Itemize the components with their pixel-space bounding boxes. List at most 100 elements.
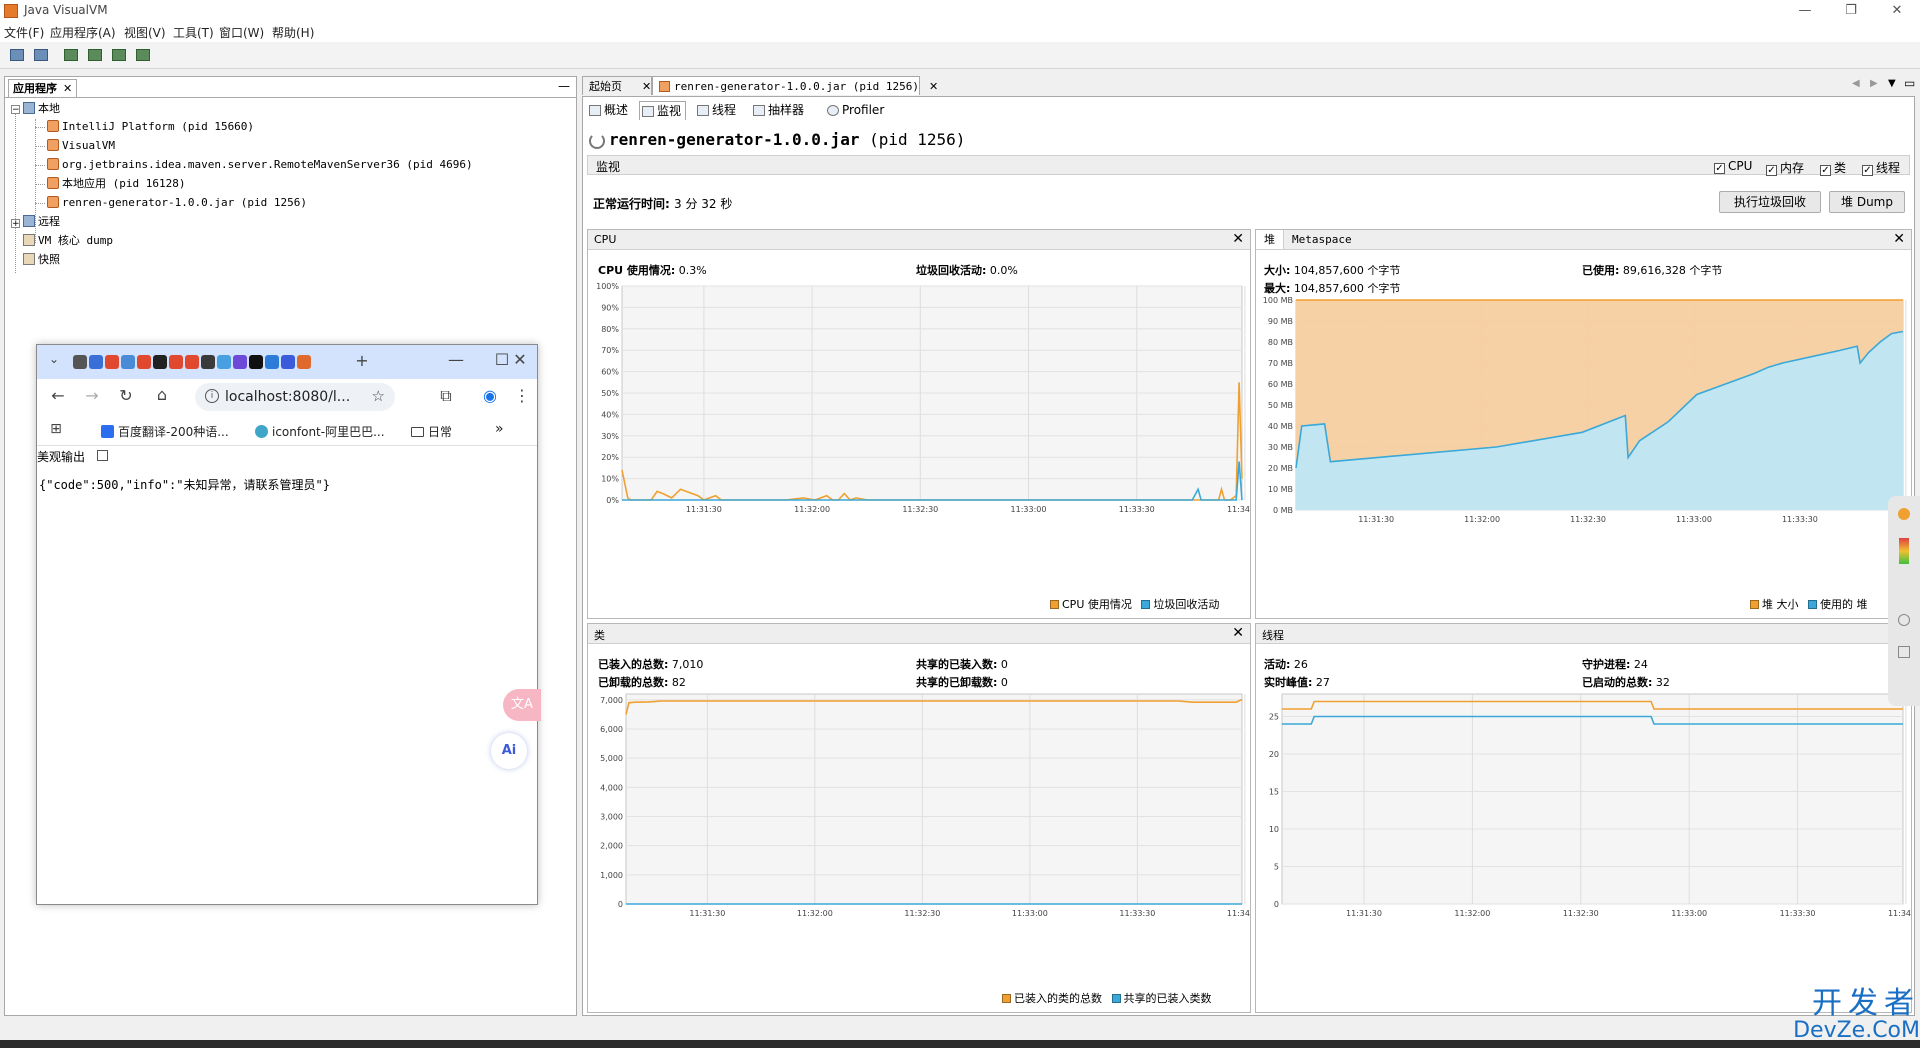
subtab-sampler[interactable]: 抽样器 (751, 101, 808, 119)
bookmark-baidu-translate[interactable]: 百度翻译-200种语... (101, 423, 229, 440)
maximize-button[interactable]: ❐ (1828, 0, 1874, 22)
heap-dump-button[interactable]: 堆 Dump (1829, 191, 1905, 213)
classes-checkbox[interactable]: ✓ 类 (1820, 159, 1846, 176)
browser-minimize-icon[interactable]: — (443, 350, 469, 369)
tree-node-renren-generator[interactable]: renren-generator-1.0.0.jar (pid 1256) (47, 195, 307, 211)
apps-grid-icon[interactable]: ⊞ (43, 421, 69, 437)
scroll-tabs-left-icon[interactable]: ◀ (1852, 78, 1860, 89)
address-bar[interactable]: i localhost:8080/l... ☆ (195, 383, 395, 411)
subtab-overview[interactable]: 概述 (587, 101, 632, 119)
pretty-print-checkbox[interactable] (97, 450, 108, 461)
close-tab-icon[interactable]: ✕ (642, 80, 651, 93)
favicon-icon[interactable] (89, 355, 103, 369)
screenshot-icon[interactable] (1898, 646, 1910, 658)
bookmark-folder-daily[interactable]: 日常 (411, 423, 452, 440)
favicon-icon[interactable] (249, 355, 263, 369)
tree-collapse-toggle[interactable]: − (11, 105, 20, 115)
menu-file[interactable]: 文件(F) (4, 24, 44, 41)
tab-list-icon[interactable]: ▼ (1888, 78, 1896, 89)
add-jmx-connection-icon[interactable] (8, 46, 26, 64)
reload-icon[interactable]: ↻ (113, 386, 139, 405)
tree-node-remote[interactable]: 远程 (23, 214, 60, 230)
maximize-editor-icon[interactable]: ▭ (1904, 76, 1915, 90)
profiler-snapshot-toolbar-icon[interactable] (134, 46, 152, 64)
extensions-icon[interactable]: ⧉ (433, 386, 459, 406)
cpu-checkbox[interactable]: ✓ CPU (1714, 159, 1752, 174)
browser-menu-icon[interactable]: ⋮ (509, 386, 535, 405)
y-tick-label: 10 MB (1268, 485, 1293, 494)
tree-node-intellij[interactable]: IntelliJ Platform (pid 15660) (47, 119, 254, 135)
tree-node-visualvm[interactable]: VisualVM (47, 138, 115, 154)
subtab-profiler[interactable]: Profiler (825, 101, 888, 119)
minimize-panel-icon[interactable]: — (558, 79, 570, 93)
bookmarks-bar: ⊞ 百度翻译-200种语... iconfont-阿里巴巴... 日常 » (37, 415, 537, 446)
browser-close-icon[interactable]: ✕ (507, 350, 533, 369)
favicon-icon[interactable] (201, 355, 215, 369)
tree-node-local-app[interactable]: 本地应用 (pid 16128) (47, 176, 185, 192)
close-tab-icon[interactable]: ✕ (929, 80, 938, 93)
favicon-icon[interactable] (217, 355, 231, 369)
tab-metaspace[interactable]: Metaspace (1292, 233, 1352, 246)
close-panel-icon[interactable]: ✕ (1893, 231, 1905, 247)
threads-checkbox[interactable]: ✓ 线程 (1862, 159, 1900, 176)
favicon-icon[interactable] (169, 355, 183, 369)
threads-icon (697, 105, 709, 116)
menu-help[interactable]: 帮助(H) (272, 24, 314, 41)
more-bookmarks-icon[interactable]: » (495, 421, 504, 437)
favicon-icon[interactable] (265, 355, 279, 369)
close-tab-icon[interactable]: ✕ (63, 82, 72, 95)
translate-icon[interactable]: 文A (503, 689, 541, 721)
favicon-icon[interactable] (137, 355, 151, 369)
snapshot-toolbar-icon[interactable] (110, 46, 128, 64)
favicon-icon[interactable] (73, 355, 87, 369)
menu-view[interactable]: 视图(V) (124, 24, 166, 41)
perform-gc-button[interactable]: 执行垃圾回收 (1719, 191, 1821, 213)
site-info-icon[interactable]: i (205, 389, 219, 403)
favicon-icon[interactable] (185, 355, 199, 369)
tree-expand-toggle[interactable]: + (11, 219, 20, 229)
favicon-icon[interactable] (297, 355, 311, 369)
bookmark-star-icon[interactable]: ☆ (372, 387, 385, 405)
favicon-icon[interactable] (121, 355, 135, 369)
heap-dump-toolbar-icon[interactable] (62, 46, 80, 64)
back-arrow-icon[interactable]: ← (45, 386, 71, 405)
close-panel-icon[interactable]: ✕ (1232, 231, 1244, 247)
new-tab-icon[interactable]: + (349, 351, 375, 370)
tab-heap[interactable]: 堆 (1256, 230, 1284, 249)
favicon-icon[interactable] (233, 355, 247, 369)
tab-search-icon[interactable]: ⌄ (41, 352, 67, 366)
menu-applications[interactable]: 应用程序(A) (50, 24, 116, 41)
favicon-icon[interactable] (281, 355, 295, 369)
chat-icon[interactable] (1898, 614, 1910, 626)
tree-node-snapshots[interactable]: 快照 (23, 252, 60, 268)
add-remote-host-icon[interactable] (32, 46, 50, 64)
monitor-view: 概述 监视 线程 抽样器 Profiler renren-generator-1… (582, 96, 1915, 1016)
profile-icon[interactable]: ◉ (477, 386, 503, 405)
tree-node-core-dump[interactable]: VM 核心 dump (23, 233, 113, 249)
y-tick-label: 0 (618, 900, 623, 909)
minimize-button[interactable]: — (1782, 0, 1828, 22)
subtab-monitor[interactable]: 监视 (639, 101, 687, 120)
forward-arrow-icon[interactable]: → (79, 386, 105, 405)
applications-tab[interactable]: 应用程序 ✕ (8, 79, 78, 97)
close-button[interactable]: ✕ (1874, 0, 1920, 22)
favicon-icon[interactable] (105, 355, 119, 369)
scroll-tabs-right-icon[interactable]: ▶ (1870, 78, 1878, 89)
menu-window[interactable]: 窗口(W) (219, 24, 264, 41)
ai-assistant-icon[interactable]: Ai (491, 733, 527, 769)
memory-checkbox[interactable]: ✓ 内存 (1766, 159, 1804, 176)
close-panel-icon[interactable]: ✕ (1232, 625, 1244, 641)
home-icon[interactable]: ⌂ (149, 385, 175, 404)
favicon-icon[interactable] (153, 355, 167, 369)
menu-tools[interactable]: 工具(T) (173, 24, 214, 41)
computer-icon (23, 102, 35, 114)
tab-renren-generator[interactable]: renren-generator-1.0.0.jar (pid 1256) ✕ (652, 76, 938, 95)
bookmark-iconfont[interactable]: iconfont-阿里巴巴... (255, 423, 385, 440)
thread-dump-toolbar-icon[interactable] (86, 46, 104, 64)
tab-start-page[interactable]: 起始页 ✕ (582, 76, 652, 95)
subtab-threads[interactable]: 线程 (695, 101, 740, 119)
tree-node-local[interactable]: 本地 (23, 101, 60, 117)
widget-icon[interactable] (1898, 508, 1910, 520)
tree-node-maven-server[interactable]: org.jetbrains.idea.maven.server.RemoteMa… (47, 157, 473, 173)
heap-size-stat: 大小: 104,857,600 个字节 (1264, 264, 1401, 277)
